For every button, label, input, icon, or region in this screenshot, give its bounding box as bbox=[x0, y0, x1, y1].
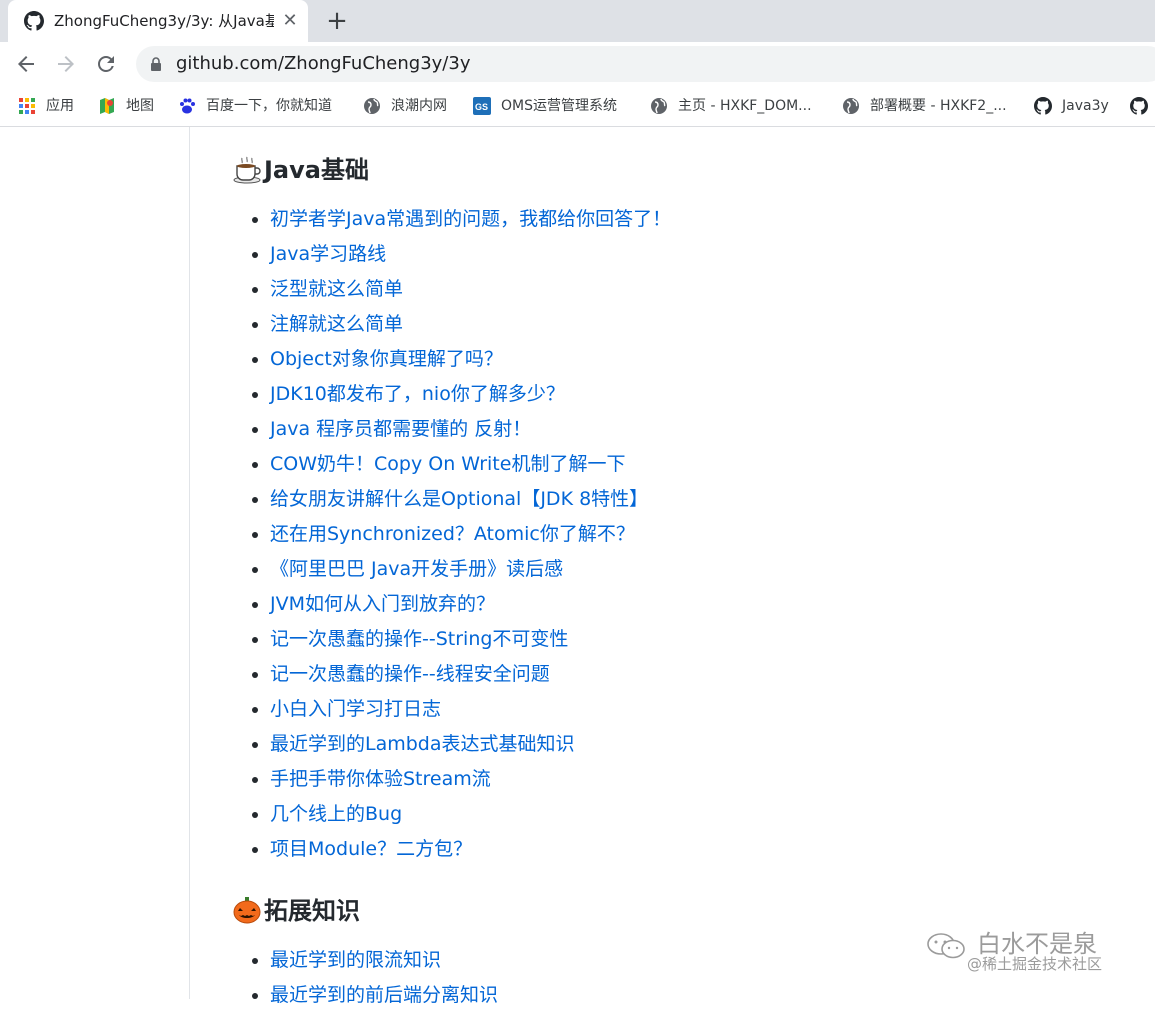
bookmarks-bar: 应用 地图 百度一下，你就知道 浪潮内网 GS OMS运营管理系统 主页 - H… bbox=[0, 86, 1155, 127]
watermark-subtitle: @稀土掘金技术社区 bbox=[967, 955, 1103, 973]
svg-text:GS: GS bbox=[475, 102, 488, 112]
article-link[interactable]: 最近学到的前后端分离知识 bbox=[270, 978, 498, 1013]
bookmark-label: 主页 - HXKF_DOM... bbox=[678, 98, 812, 114]
section-title: 拓展知识 bbox=[264, 897, 360, 925]
globe-icon bbox=[651, 98, 667, 114]
bookmark-label: 应用 bbox=[46, 98, 74, 114]
section-title: Java基础 bbox=[264, 156, 369, 184]
address-bar[interactable]: github.com/ZhongFuCheng3y/3y bbox=[136, 46, 1155, 82]
wechat-icon bbox=[927, 933, 965, 959]
bullet bbox=[252, 322, 258, 328]
article-link[interactable]: 小白入门学习打日志 bbox=[270, 692, 441, 727]
article-link[interactable]: 还在用Synchronized？Atomic你了解不？ bbox=[270, 517, 635, 552]
article-link[interactable]: COW奶牛！Copy On Write机制了解一下 bbox=[270, 447, 625, 482]
bullet bbox=[252, 993, 258, 999]
coffee-cup-icon bbox=[233, 156, 261, 184]
apps-grid-icon bbox=[19, 98, 35, 114]
bullet bbox=[252, 252, 258, 258]
section-heading-java-basics: Java基础 bbox=[232, 153, 369, 187]
article-link[interactable]: 记一次愚蠢的操作--String不可变性 bbox=[270, 622, 568, 657]
maps-icon bbox=[100, 98, 114, 114]
article-link[interactable]: 给女朋友讲解什么是Optional【JDK 8特性】 bbox=[270, 482, 648, 517]
jack-o-lantern-icon bbox=[233, 897, 261, 924]
bullet bbox=[252, 672, 258, 678]
tab-strip: ZhongFuCheng3y/3y: 从Java基础 ✕ + bbox=[0, 0, 1155, 42]
article-link[interactable]: 记一次愚蠢的操作--线程安全问题 bbox=[270, 657, 550, 692]
bookmark-label: 百度一下，你就知道 bbox=[206, 98, 332, 114]
bullet bbox=[252, 742, 258, 748]
bookmark-label: OMS运营管理系统 bbox=[501, 98, 617, 114]
article-link[interactable]: 《阿里巴巴 Java开发手册》读后感 bbox=[270, 552, 563, 587]
bullet bbox=[252, 812, 258, 818]
bullet bbox=[252, 777, 258, 783]
sidebar-divider bbox=[189, 127, 190, 999]
article-link[interactable]: JVM如何从入门到放弃的？ bbox=[270, 587, 495, 622]
article-link[interactable]: 最近学到的Lambda表达式基础知识 bbox=[270, 727, 575, 762]
article-link[interactable]: 最近学到的限流知识 bbox=[270, 943, 441, 978]
article-link[interactable]: 手把手带你体验Stream流 bbox=[270, 762, 491, 797]
globe-icon bbox=[843, 98, 859, 114]
lock-icon[interactable] bbox=[150, 57, 162, 71]
bullet bbox=[252, 497, 258, 503]
forward-arrow-icon[interactable] bbox=[54, 52, 78, 76]
bullet bbox=[252, 392, 258, 398]
article-link[interactable]: Java 程序员都需要懂的 反射！ bbox=[270, 412, 531, 447]
active-tab[interactable]: ZhongFuCheng3y/3y: 从Java基础 ✕ bbox=[8, 0, 308, 42]
bullet bbox=[252, 287, 258, 293]
github-icon[interactable] bbox=[1130, 97, 1148, 115]
bookmark-label: 地图 bbox=[126, 98, 154, 114]
bullet bbox=[252, 707, 258, 713]
article-link[interactable]: 注解就这么简单 bbox=[270, 307, 403, 342]
bookmark-label: 浪潮内网 bbox=[391, 98, 447, 114]
watermark: 白水不是泉 @稀土掘金技术社区 bbox=[925, 930, 1135, 976]
article-link[interactable]: JDK10都发布了，nio你了解多少？ bbox=[270, 377, 565, 412]
article-link[interactable]: Object对象你真理解了吗？ bbox=[270, 342, 503, 377]
bullet bbox=[252, 427, 258, 433]
article-link[interactable]: 项目Module？二方包？ bbox=[270, 832, 472, 867]
close-tab-icon[interactable]: ✕ bbox=[280, 11, 300, 31]
article-link[interactable]: 泛型就这么简单 bbox=[270, 272, 403, 307]
article-link[interactable]: Java学习路线 bbox=[270, 237, 386, 272]
gs-icon: GS bbox=[473, 97, 491, 115]
bullet bbox=[252, 217, 258, 223]
globe-icon bbox=[364, 98, 380, 114]
tab-title: ZhongFuCheng3y/3y: 从Java基础 bbox=[54, 12, 274, 30]
back-arrow-icon[interactable] bbox=[14, 52, 38, 76]
github-icon bbox=[24, 11, 44, 31]
bullet bbox=[252, 532, 258, 538]
article-link[interactable]: 几个线上的Bug bbox=[270, 797, 402, 832]
bullet bbox=[252, 847, 258, 853]
bullet bbox=[252, 602, 258, 608]
new-tab-button[interactable]: + bbox=[325, 8, 349, 34]
bullet bbox=[252, 357, 258, 363]
article-link[interactable]: 初学者学Java常遇到的问题，我都给你回答了！ bbox=[270, 202, 671, 237]
toolbar: github.com/ZhongFuCheng3y/3y bbox=[0, 42, 1155, 86]
section-heading-extended-knowledge: 拓展知识 bbox=[232, 894, 360, 928]
bookmark-label: 部署概要 - HXKF2_... bbox=[870, 98, 1007, 114]
bookmark-label: Java3y bbox=[1062, 98, 1109, 114]
github-icon bbox=[1034, 97, 1052, 115]
bullet bbox=[252, 637, 258, 643]
url-text[interactable]: github.com/ZhongFuCheng3y/3y bbox=[176, 53, 470, 75]
bullet bbox=[252, 958, 258, 964]
baidu-paw-icon bbox=[180, 98, 195, 114]
bullet bbox=[252, 462, 258, 468]
bullet bbox=[252, 567, 258, 573]
reload-icon[interactable] bbox=[94, 52, 118, 76]
readme-content: Java基础 初学者学Java常遇到的问题，我都给你回答了！ Java学习路线 … bbox=[0, 127, 1155, 1006]
